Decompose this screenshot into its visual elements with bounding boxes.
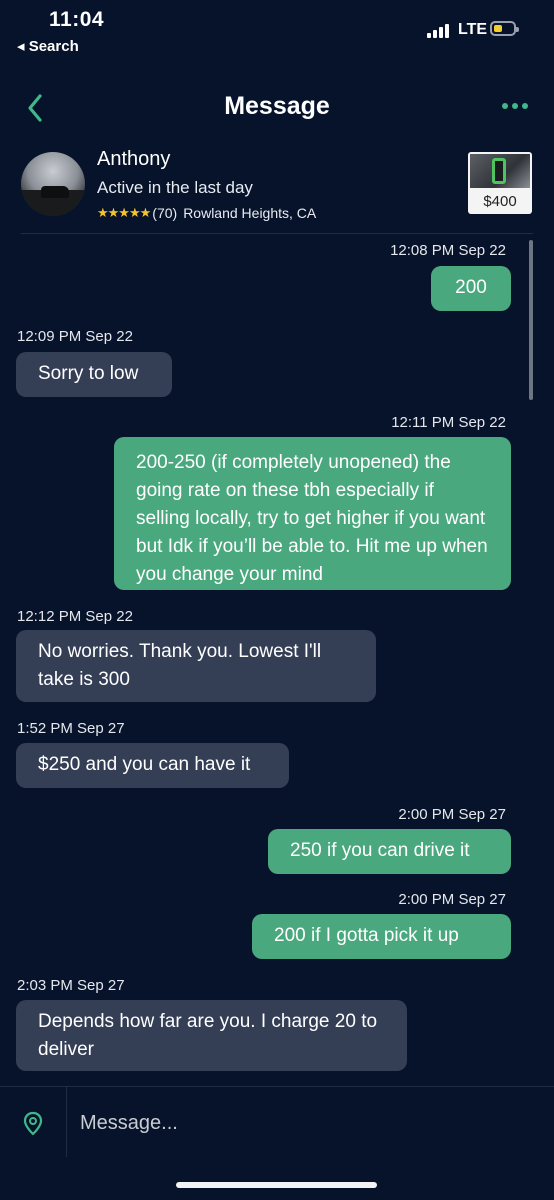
battery-icon [490, 21, 519, 36]
outgoing-message[interactable]: 250 if you can drive it [268, 829, 511, 874]
message-thread[interactable]: 12:08 PM Sep 22 200 12:09 PM Sep 22 Sorr… [0, 234, 554, 1086]
outgoing-message[interactable]: 200 if I gotta pick it up [252, 914, 511, 959]
listing-image [470, 154, 530, 188]
rating-stars-icon: ★★★★★ [97, 205, 151, 220]
message-timestamp: 2:00 PM Sep 27 [398, 891, 506, 908]
message-timestamp: 12:12 PM Sep 22 [17, 608, 133, 625]
message-composer [0, 1086, 554, 1157]
message-input[interactable] [78, 1105, 522, 1141]
back-to-search-link[interactable]: ◂ Search [17, 37, 79, 55]
outgoing-message[interactable]: 200-250 (if completely unopened) the goi… [114, 437, 511, 590]
incoming-message[interactable]: Depends how far are you. I charge 20 to … [16, 1000, 407, 1071]
message-timestamp: 2:00 PM Sep 27 [398, 806, 506, 823]
message-timestamp: 2:03 PM Sep 27 [17, 977, 125, 994]
network-label: LTE [458, 21, 488, 38]
incoming-message[interactable]: No worries. Thank you. Lowest I'll take … [16, 630, 376, 702]
outgoing-message[interactable]: 200 [431, 266, 511, 311]
avatar[interactable] [21, 152, 85, 216]
incoming-message[interactable]: $250 and you can have it [16, 743, 289, 788]
location-pin-icon[interactable] [22, 1111, 44, 1137]
message-timestamp: 12:08 PM Sep 22 [390, 242, 506, 259]
user-name[interactable]: Anthony [97, 148, 170, 171]
incoming-message[interactable]: Sorry to low [16, 352, 172, 397]
status-time: 11:04 [49, 8, 105, 31]
signal-icon [427, 22, 453, 38]
rating-count: (70) [152, 205, 178, 221]
page-title: Message [224, 92, 330, 120]
nav-bar: Message [0, 80, 554, 136]
more-options-icon[interactable] [502, 100, 528, 112]
activity-status: Active in the last day [97, 178, 253, 197]
message-timestamp: 12:09 PM Sep 22 [17, 328, 133, 345]
listing-thumbnail[interactable]: $400 [468, 152, 532, 214]
rating-row: ★★★★★ (70) Rowland Heights, CA [97, 205, 316, 221]
composer-divider [66, 1087, 67, 1157]
message-timestamp: 12:11 PM Sep 22 [391, 414, 506, 431]
message-timestamp: 1:52 PM Sep 27 [17, 720, 125, 737]
home-indicator[interactable] [176, 1182, 377, 1188]
status-bar: 11:04 ◂ Search LTE [0, 0, 554, 60]
user-location: Rowland Heights, CA [183, 205, 317, 221]
scrollbar[interactable] [529, 240, 533, 400]
conversation-header: Anthony Active in the last day ★★★★★ (70… [0, 146, 554, 234]
listing-price: $400 [483, 193, 517, 210]
